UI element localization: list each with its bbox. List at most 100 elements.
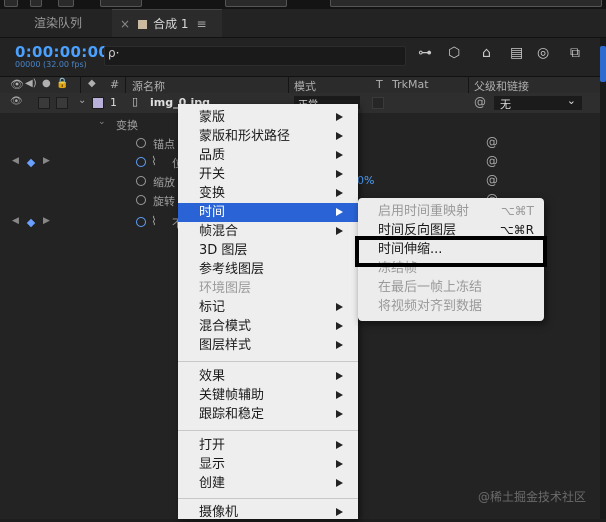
stopwatch-active-icon[interactable] — [136, 157, 146, 167]
submenu-arrow-icon — [336, 508, 343, 516]
menu-item-guide-layer[interactable]: 参考线图层 — [178, 260, 358, 279]
menu-item-label: 3D 图层 — [199, 243, 248, 258]
pick-whip-icon[interactable]: @ — [486, 173, 498, 187]
menu-item-track-and-stabilize[interactable]: 跟踪和稳定 — [178, 405, 358, 424]
prev-keyframe-icon[interactable]: ◀ — [12, 216, 19, 226]
next-keyframe-icon[interactable]: ▶ — [43, 216, 50, 226]
label-tag-icon[interactable]: ◆ — [88, 78, 96, 89]
motion-blur-icon[interactable]: ◎ — [537, 45, 549, 61]
toolbar-button[interactable] — [58, 0, 74, 7]
pick-whip-icon[interactable]: @ — [486, 135, 498, 149]
submenu-item-label: 启用时间重映射 — [378, 204, 470, 219]
pick-whip-icon[interactable]: @ — [474, 95, 486, 109]
menu-item-mask[interactable]: 蒙版 — [178, 108, 358, 127]
menu-item-switches[interactable]: 开关 — [178, 165, 358, 184]
composition-flowchart-icon[interactable]: ⊶ — [418, 45, 432, 61]
submenu-arrow-icon — [336, 189, 343, 197]
submenu-arrow-icon — [336, 113, 343, 121]
toolbar-field[interactable] — [225, 0, 287, 7]
menu-item-transform[interactable]: 变换 — [178, 184, 358, 203]
menu-item-markers[interactable]: 标记 — [178, 298, 358, 317]
menu-item-label: 图层样式 — [199, 338, 252, 353]
toolbar-button[interactable] — [4, 0, 18, 7]
menu-item-keyframe-assistant[interactable]: 关键帧辅助 — [178, 386, 358, 405]
anchor-point-label: 锚点 — [153, 138, 175, 151]
transform-expand-icon[interactable]: ⌄ — [98, 117, 106, 127]
tab-render-queue[interactable]: 渲染队列 — [34, 9, 82, 37]
menu-item-quality[interactable]: 品质 — [178, 146, 358, 165]
graph-icon[interactable]: ⌇ — [151, 154, 157, 168]
image-file-icon: ▯ — [132, 95, 139, 108]
menu-item-effect[interactable]: 效果 — [178, 367, 358, 386]
menu-item-label: 帧混合 — [199, 224, 239, 239]
graph-editor-icon[interactable]: ⧉ — [570, 45, 580, 61]
menu-item-open[interactable]: 打开 — [178, 436, 358, 455]
rotation-label: 旋转 — [153, 195, 175, 208]
menu-item-label: 摄像机 — [199, 505, 239, 520]
scale-label: 缩放 — [153, 176, 175, 189]
menu-item-reveal[interactable]: 显示 — [178, 455, 358, 474]
menu-item-layer-styles[interactable]: 图层样式 — [178, 336, 358, 355]
keyframe-icon[interactable] — [26, 218, 36, 228]
layer-visibility-icon[interactable]: 👁 — [10, 96, 23, 107]
lock-toggle[interactable] — [56, 97, 68, 109]
stopwatch-active-icon[interactable] — [136, 217, 146, 227]
draft-3d-icon[interactable]: ⬡ — [448, 45, 460, 61]
toolbar-button[interactable] — [30, 0, 42, 7]
layer-number: 1 — [110, 96, 117, 109]
stopwatch-icon[interactable] — [136, 176, 146, 186]
layer-expand-icon[interactable]: ⌄ — [78, 95, 86, 106]
right-panel-edge — [600, 38, 606, 519]
toolbar-field[interactable] — [100, 0, 142, 7]
menu-item-3d-layer[interactable]: 3D 图层 — [178, 241, 358, 260]
toolbar-field[interactable] — [330, 0, 602, 7]
menu-item-label: 创建 — [199, 476, 226, 491]
submenu-arrow-icon — [336, 410, 343, 418]
menu-item-label: 关键帧辅助 — [199, 388, 265, 403]
pick-whip-icon[interactable]: @ — [486, 154, 498, 168]
layer-search-input[interactable] — [104, 46, 406, 66]
lock-icon[interactable]: 🔒 — [56, 78, 68, 89]
menu-item-label: 环境图层 — [199, 281, 252, 296]
parent-dropdown-caret-icon: ⌄ — [566, 94, 576, 107]
menu-item-time[interactable]: 时间 — [178, 203, 358, 222]
menu-item-camera[interactable]: 摄像机 — [178, 503, 358, 522]
menu-item-blending-mode[interactable]: 混合模式 — [178, 317, 358, 336]
graph-icon[interactable]: ⌇ — [151, 214, 157, 228]
scale-value[interactable]: 0% — [357, 174, 374, 187]
tab-menu-icon[interactable]: ≡ — [197, 17, 207, 31]
frame-blending-icon[interactable]: ▤ — [510, 45, 523, 61]
layer-label-color[interactable] — [92, 97, 104, 109]
submenu-item-freeze-on-last-frame: 在最后一帧上冻结 — [358, 278, 544, 297]
keyframe-icon[interactable] — [26, 158, 36, 168]
submenu-arrow-icon — [336, 391, 343, 399]
menu-item-create[interactable]: 创建 — [178, 474, 358, 493]
stopwatch-icon[interactable] — [136, 138, 146, 148]
composition-color-swatch — [138, 20, 148, 29]
source-name-column-header[interactable]: 源名称 — [132, 78, 165, 94]
tab-composition[interactable]: × 合成 1 ≡ — [112, 9, 222, 37]
next-keyframe-icon[interactable]: ▶ — [43, 156, 50, 166]
prev-keyframe-icon[interactable]: ◀ — [12, 156, 19, 166]
preserve-transparency-checkbox[interactable] — [372, 97, 384, 109]
menu-item-mask-and-shape-path[interactable]: 蒙版和形状路径 — [178, 127, 358, 146]
shy-layers-icon[interactable]: ⌂ — [482, 45, 491, 61]
tab-close-icon[interactable]: × — [120, 17, 130, 31]
solo-icon[interactable]: ● — [42, 78, 51, 89]
audio-icon[interactable]: ◀) — [25, 78, 37, 89]
menu-item-frame-blending[interactable]: 帧混合 — [178, 222, 358, 241]
stopwatch-icon[interactable] — [136, 195, 146, 205]
submenu-arrow-icon — [336, 441, 343, 449]
video-visibility-icon[interactable]: 👁 — [10, 78, 24, 91]
menu-item-label: 效果 — [199, 369, 226, 384]
menu-separator — [178, 361, 358, 362]
parent-column-header[interactable]: 父级和链接 — [474, 78, 529, 94]
trkmat-column-header[interactable]: TrkMat — [392, 78, 429, 91]
menu-item-label: 时间 — [199, 205, 226, 220]
current-time-display[interactable]: 0:00:00:00 — [15, 43, 109, 61]
solo-toggle[interactable] — [38, 97, 50, 109]
scroll-indicator[interactable] — [600, 46, 606, 82]
parent-dropdown[interactable]: 无 ⌄ — [494, 94, 582, 111]
mode-column-header[interactable]: 模式 — [294, 78, 316, 94]
t-column-header: T — [376, 78, 383, 91]
